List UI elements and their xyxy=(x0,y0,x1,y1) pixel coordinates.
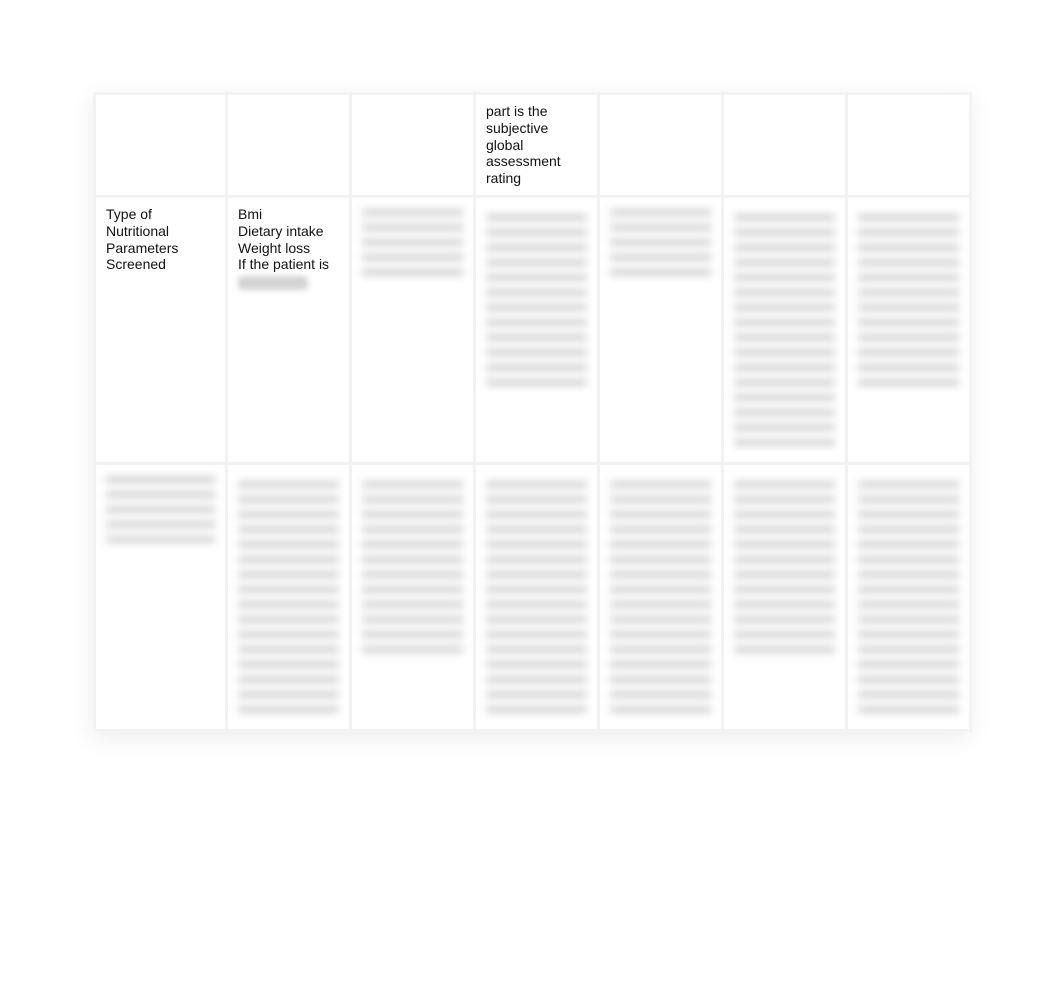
cell-r1-c6: . xyxy=(847,196,971,463)
cell-r2-c0: . xyxy=(95,463,227,730)
cell-line: Bmi xyxy=(238,206,339,223)
blurred-text: . xyxy=(734,473,835,490)
blurred-text: . xyxy=(858,206,959,223)
cell-r0-c5 xyxy=(723,94,847,197)
cell-r0-c3: part is the subjective global assessment… xyxy=(475,94,599,197)
cell-r1-c2: . xyxy=(351,196,475,463)
cell-r1-c5: . xyxy=(723,196,847,463)
cell-r0-c1 xyxy=(227,94,351,197)
table-container: part is the subjective global assessment… xyxy=(93,92,969,732)
blurred-text: . xyxy=(486,206,587,223)
cell-text: part is the subjective global assessment… xyxy=(486,103,561,186)
cell-r2-c3: . xyxy=(475,463,599,730)
cell-line: Weight loss xyxy=(238,240,339,257)
blurred-text: . xyxy=(362,473,463,490)
cell-r2-c1: . xyxy=(227,463,351,730)
document-page: part is the subjective global assessment… xyxy=(0,0,1062,1001)
blurred-text xyxy=(238,276,308,290)
cell-r0-c0 xyxy=(95,94,227,197)
blurred-text: . xyxy=(734,206,835,223)
cell-line: If the patient is xyxy=(238,256,339,273)
cell-r2-c4: . xyxy=(599,463,723,730)
blurred-text: . xyxy=(858,473,959,490)
cell-line: Dietary intake xyxy=(238,223,339,240)
cell-r2-c6: . xyxy=(847,463,971,730)
row-header-text: Type of Nutritional Parameters Screened xyxy=(106,206,178,272)
cell-r0-c4 xyxy=(599,94,723,197)
cell-r1-c4: . xyxy=(599,196,723,463)
blurred-text: . xyxy=(238,473,339,490)
cell-r1-c1: Bmi Dietary intake Weight loss If the pa… xyxy=(227,196,351,463)
nutrition-table: part is the subjective global assessment… xyxy=(93,92,972,732)
table-row: . . . . . . . xyxy=(95,463,971,730)
cell-r1-c3: . xyxy=(475,196,599,463)
blurred-text: . xyxy=(106,473,215,490)
cell-r1-c0: Type of Nutritional Parameters Screened xyxy=(95,196,227,463)
table-row: part is the subjective global assessment… xyxy=(95,94,971,197)
cell-r0-c6 xyxy=(847,94,971,197)
cell-r0-c2 xyxy=(351,94,475,197)
blurred-text: . xyxy=(610,473,711,490)
cell-r2-c5: . xyxy=(723,463,847,730)
blurred-text: . xyxy=(362,206,463,223)
blurred-text: . xyxy=(610,206,711,223)
blurred-text: . xyxy=(486,473,587,490)
cell-r2-c2: . xyxy=(351,463,475,730)
table-row: Type of Nutritional Parameters Screened … xyxy=(95,196,971,463)
